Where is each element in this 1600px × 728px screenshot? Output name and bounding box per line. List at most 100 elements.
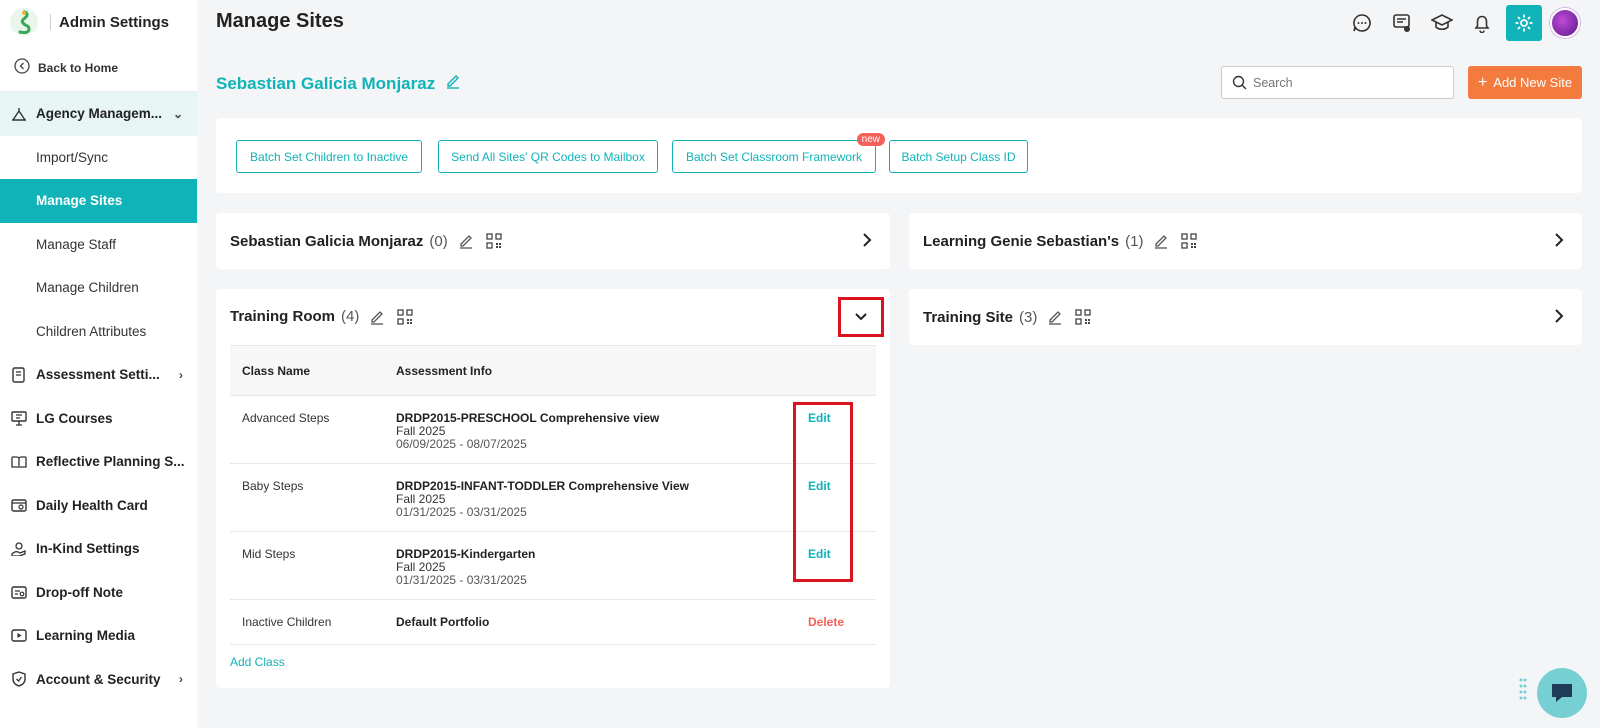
book-icon [10, 455, 28, 469]
add-class-link[interactable]: Add Class [230, 655, 285, 669]
page-title: Manage Sites [216, 10, 344, 32]
site-count: (4) [341, 308, 360, 325]
site-count: (0) [429, 232, 448, 250]
search-icon [1232, 75, 1247, 90]
gear-icon [1515, 14, 1533, 32]
note-icon [10, 586, 28, 599]
class-name: Mid Steps [230, 531, 384, 600]
column-header-actions [796, 345, 876, 396]
chat-icon[interactable] [1342, 5, 1382, 41]
site-name: Training Room [230, 308, 335, 325]
user-avatar[interactable] [1550, 8, 1580, 38]
edit-icon[interactable] [458, 233, 474, 249]
sidebar: Admin Settings Back to Home Agency Manag… [0, 0, 197, 728]
sidebar-subitem-import-sync[interactable]: Import/Sync [0, 136, 197, 180]
chevron-right-icon[interactable] [1554, 232, 1564, 252]
bell-icon[interactable] [1462, 5, 1502, 41]
class-name: Inactive Children [230, 599, 384, 645]
sidebar-item-learning-media[interactable]: Learning Media [0, 614, 197, 658]
sidebar-header: Admin Settings [0, 0, 197, 44]
site-card[interactable]: Training Site (3) [909, 289, 1582, 345]
qr-code-icon[interactable] [1181, 233, 1198, 249]
search-box[interactable] [1221, 66, 1454, 99]
sidebar-item-label: Assessment Setti... [36, 367, 160, 383]
framework-name: DRDP2015-INFANT-TODDLER Comprehensive Vi… [396, 479, 689, 493]
class-name: Advanced Steps [230, 395, 384, 464]
site-header[interactable]: Learning Genie Sebastian's (1) [909, 213, 1582, 269]
site-header[interactable]: Training Site (3) [909, 289, 1582, 345]
site-card[interactable]: Sebastian Galicia Monjaraz (0) [216, 213, 890, 269]
site-header[interactable]: Training Room (4) [216, 289, 890, 345]
sidebar-item-daily-health-card[interactable]: Daily Health Card [0, 484, 197, 528]
edit-agency-icon[interactable] [445, 73, 461, 94]
sidebar-item-label: Account & Security [36, 671, 161, 687]
batch-setup-class-id-button[interactable]: Batch Setup Class ID [889, 140, 1028, 173]
table-row: Advanced Steps DRDP2015-PRESCHOOL Compre… [230, 395, 876, 464]
date-range: 06/09/2025 - 08/07/2025 [396, 437, 527, 451]
sidebar-item-lg-courses[interactable]: LG Courses [0, 397, 197, 441]
back-to-home-link[interactable]: Back to Home [0, 44, 197, 92]
sidebar-subitem-manage-sites[interactable]: Manage Sites [0, 179, 197, 223]
agency-icon [10, 107, 28, 121]
send-qr-codes-button[interactable]: Send All Sites' QR Codes to Mailbox [438, 140, 658, 173]
date-range: 01/31/2025 - 03/31/2025 [396, 505, 527, 519]
agency-name-row: Sebastian Galicia Monjaraz [216, 73, 461, 94]
graduation-cap-icon[interactable] [1422, 5, 1462, 41]
add-new-site-button[interactable]: + Add New Site [1468, 66, 1582, 99]
batch-set-classroom-framework-button[interactable]: Batch Set Classroom Framework new [672, 133, 885, 173]
qr-code-icon[interactable] [486, 233, 502, 249]
site-header[interactable]: Sebastian Galicia Monjaraz (0) [216, 213, 890, 269]
settings-gear-button[interactable] [1506, 5, 1542, 41]
sidebar-subitem-manage-staff[interactable]: Manage Staff [0, 223, 197, 267]
sidebar-item-label: Drop-off Note [36, 584, 123, 600]
chevron-right-icon: › [179, 367, 183, 382]
header-divider [50, 14, 51, 30]
sidebar-item-assessment-settings[interactable]: Assessment Setti... › [0, 353, 197, 397]
batch-framework-label: Batch Set Classroom Framework [685, 149, 863, 164]
class-table: Class Name Assessment Info Advanced Step… [230, 345, 876, 645]
drag-handle-icon[interactable] [1519, 677, 1527, 708]
assessment-info: DRDP2015-Kindergarten Fall 2025 01/31/20… [384, 531, 796, 600]
sidebar-item-drop-off-note[interactable]: Drop-off Note [0, 571, 197, 615]
site-card-expanded: Training Room (4) Class Name Assessment … [216, 289, 890, 688]
edit-icon[interactable] [369, 309, 385, 325]
sidebar-subitem-children-attributes[interactable]: Children Attributes [0, 310, 197, 354]
site-count: (1) [1125, 232, 1144, 250]
sidebar-item-label: Agency Managem... [36, 106, 163, 122]
health-card-icon [10, 499, 28, 512]
class-name: Baby Steps [230, 463, 384, 532]
chevron-right-icon[interactable] [1554, 308, 1564, 328]
table-row: Mid Steps DRDP2015-Kindergarten Fall 202… [230, 531, 876, 600]
collapse-site-button[interactable] [838, 297, 884, 337]
assessment-icon [10, 367, 28, 383]
assessment-info: DRDP2015-PRESCHOOL Comprehensive view Fa… [384, 395, 796, 464]
delete-class-button[interactable]: Delete [808, 615, 844, 629]
sidebar-subitem-manage-children[interactable]: Manage Children [0, 266, 197, 310]
plus-icon: + [1477, 73, 1488, 91]
new-badge: new [856, 133, 885, 146]
site-name: Learning Genie Sebastian's [923, 232, 1120, 250]
qr-code-icon[interactable] [397, 308, 413, 325]
sidebar-item-in-kind-settings[interactable]: In-Kind Settings [0, 527, 197, 571]
sidebar-item-account-security[interactable]: Account & Security › [0, 658, 197, 702]
chevron-right-icon[interactable] [862, 232, 872, 252]
search-input[interactable] [1253, 75, 1443, 90]
framework-name: Default Portfolio [396, 615, 490, 629]
batch-actions-panel: Batch Set Children to Inactive Send All … [216, 118, 1582, 193]
add-new-site-label: Add New Site [1493, 75, 1573, 90]
qr-code-icon[interactable] [1075, 309, 1092, 325]
app-logo[interactable] [10, 8, 38, 36]
table-row: Inactive Children Default Portfolio Dele… [230, 599, 876, 645]
hand-icon [10, 542, 28, 556]
sidebar-item-reflective-planning[interactable]: Reflective Planning S... [0, 440, 197, 484]
batch-set-children-inactive-button[interactable]: Batch Set Children to Inactive [236, 140, 422, 173]
edit-icon[interactable] [1153, 233, 1169, 249]
edit-icon[interactable] [1047, 309, 1063, 325]
messages-icon[interactable] [1382, 5, 1422, 41]
sidebar-item-label: Learning Media [36, 628, 136, 644]
assessment-info: Default Portfolio [384, 599, 796, 645]
top-toolbar [1342, 5, 1580, 41]
sidebar-item-agency-management[interactable]: Agency Managem... ⌄ [0, 92, 197, 136]
support-chat-button[interactable] [1537, 668, 1587, 718]
site-card[interactable]: Learning Genie Sebastian's (1) [909, 213, 1582, 269]
